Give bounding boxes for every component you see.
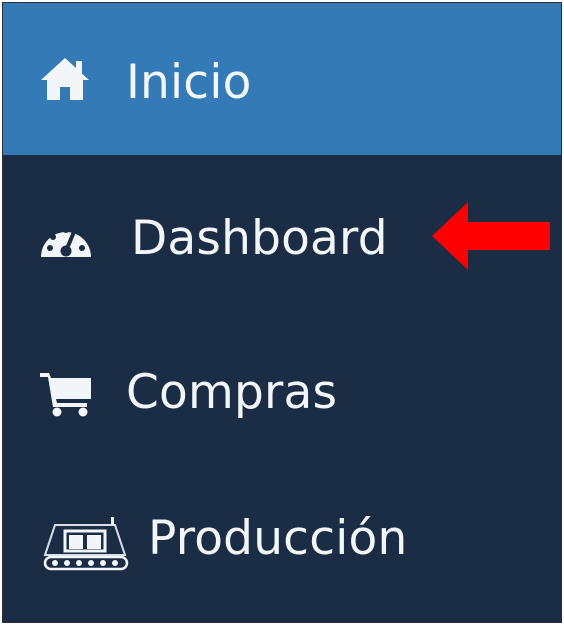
sidebar-item-produccion[interactable]: Producción bbox=[3, 457, 561, 622]
sidebar-menu: Inicio Dashboard Compras Producción bbox=[2, 2, 562, 623]
sidebar-item-label: Compras bbox=[126, 365, 338, 420]
sidebar-item-label: Producción bbox=[148, 511, 408, 566]
sidebar-item-label: Dashboard bbox=[131, 211, 388, 266]
red-left-arrow-icon bbox=[430, 200, 552, 276]
production-conveyor-icon bbox=[41, 515, 131, 577]
sidebar-item-label: Inicio bbox=[126, 55, 252, 110]
sidebar-item-inicio[interactable]: Inicio bbox=[3, 3, 561, 155]
sidebar-item-compras[interactable]: Compras bbox=[3, 307, 561, 457]
shopping-cart-icon bbox=[39, 369, 93, 421]
home-icon bbox=[39, 56, 91, 106]
dashboard-gauge-icon bbox=[37, 215, 95, 265]
